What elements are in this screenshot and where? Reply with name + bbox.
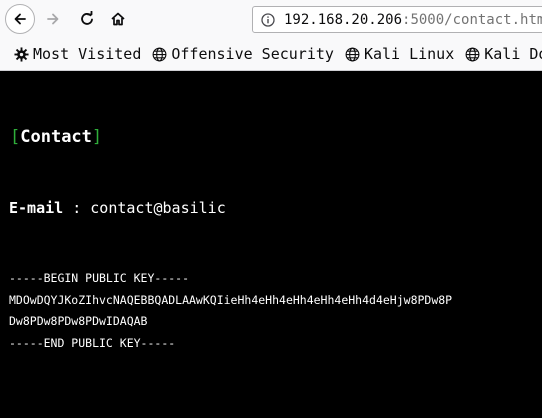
page-content: [Contact] E-mail : contact@basilic -----… [0, 72, 542, 418]
bookmark-label: Kali Linux [363, 45, 455, 63]
bookmark-label: Most Visited [33, 45, 142, 63]
key-line: MDOwDQYJKoZIhvcNAQEBBQADLAAwKQIieHh4eHh4… [9, 292, 453, 307]
email-separator: : [63, 199, 91, 217]
email-value: contact@basilic [90, 199, 226, 217]
reload-icon [81, 11, 93, 25]
url-text[interactable]: 192.168.20.206:5000/contact.html [284, 12, 542, 28]
email-line: E-mail : contact@basilic [9, 199, 226, 217]
home-button[interactable] [103, 4, 133, 34]
title-text: Contact [20, 127, 92, 147]
title-bracket-open: [ [10, 127, 21, 147]
bookmarks-toolbar: Most Visited Offensive Security Kali Lin… [0, 40, 542, 68]
back-arrow-icon [14, 13, 26, 25]
bookmark-label: Kali Docs [484, 45, 542, 63]
page-title: [Contact] [10, 127, 102, 147]
email-label: E-mail [9, 199, 64, 217]
forward-arrow-icon [47, 13, 59, 25]
bookmark-most-visited[interactable]: Most Visited [14, 45, 141, 63]
globe-icon [345, 47, 360, 62]
home-icon [111, 12, 125, 26]
public-key-block: -----BEGIN PUBLIC KEY----- MDOwDQYJKoZIhv… [9, 268, 452, 354]
url-host: 192.168.20.206 [284, 11, 403, 28]
url-path: :5000/contact.html [402, 11, 542, 28]
key-line: Dw8PDw8PDw8PDwIDAQAB [9, 314, 148, 328]
browser-chrome: 192.168.20.206:5000/contact.html Most Vi… [0, 0, 542, 71]
title-bracket-close: ] [91, 127, 103, 147]
key-line: -----END PUBLIC KEY----- [9, 335, 176, 350]
reload-button[interactable] [72, 4, 102, 34]
url-bar[interactable]: 192.168.20.206:5000/contact.html [252, 6, 542, 33]
forward-button[interactable] [38, 4, 68, 34]
bookmark-offensive-security[interactable]: Offensive Security [152, 45, 334, 63]
globe-icon [152, 47, 167, 62]
bookmark-kali-linux[interactable]: Kali Linux [345, 45, 454, 63]
info-icon[interactable] [261, 12, 275, 27]
back-button[interactable] [5, 4, 35, 34]
bookmark-label: Offensive Security [171, 45, 334, 63]
bookmark-kali-docs[interactable]: Kali Docs [465, 45, 542, 63]
navigation-toolbar: 192.168.20.206:5000/contact.html [0, 0, 542, 38]
gear-icon [14, 46, 29, 62]
key-line: -----BEGIN PUBLIC KEY----- [9, 271, 190, 285]
globe-icon [465, 47, 480, 62]
